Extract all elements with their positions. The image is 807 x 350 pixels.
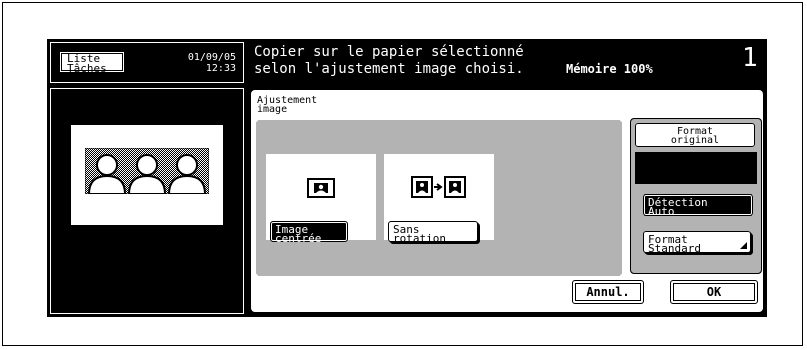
- options-area: Image centrée Sans rotation: [256, 120, 622, 276]
- job-list-button[interactable]: Liste Tâches: [59, 51, 125, 75]
- image-adjustment-panel: Ajustement image Image centrée Sans rota…: [249, 88, 765, 314]
- auto-detect-button[interactable]: Détection Auto: [643, 194, 753, 217]
- ok-button[interactable]: OK: [670, 280, 758, 304]
- centered-image-label-2: centrée: [275, 232, 322, 245]
- original-format-group: Format original Détection Auto Format St…: [630, 118, 762, 274]
- panel-title: Ajustement image: [257, 96, 347, 115]
- preview-pane: [50, 88, 244, 314]
- datetime: 01/09/05 12:33: [188, 52, 236, 74]
- people-preview-icon: [85, 148, 209, 194]
- original-format-display: [635, 152, 757, 184]
- original-format-label: Format original: [635, 123, 755, 147]
- job-list-label-2: Tâches: [67, 62, 107, 75]
- centered-image-icon: [307, 178, 335, 198]
- corner-arrow-icon: [740, 242, 747, 249]
- preview-page: [71, 125, 223, 225]
- message-line-2: selon l'ajustement image choisi.: [254, 61, 524, 77]
- original-format-label-2: original: [670, 135, 720, 146]
- memory-status: Mémoire 100%: [566, 62, 653, 76]
- centered-image-button[interactable]: Image centrée: [270, 221, 348, 245]
- no-rotation-label-2: rotation: [393, 232, 446, 245]
- panel-title-line-2: image: [257, 104, 288, 115]
- status-message: Copier sur le papier sélectionné selon l…: [254, 44, 524, 78]
- copy-count: 1: [742, 43, 758, 73]
- time-text: 12:33: [205, 63, 236, 74]
- tasks-header: Liste Tâches 01/09/05 12:33: [50, 42, 244, 83]
- message-line-1: Copier sur le papier sélectionné: [254, 44, 524, 60]
- standard-format-label-2: Standard: [648, 242, 701, 255]
- date-text: 01/09/05: [187, 52, 236, 63]
- no-rotation-icon: [411, 176, 466, 198]
- standard-format-button[interactable]: Format Standard: [643, 231, 751, 255]
- cancel-button[interactable]: Annul.: [572, 280, 644, 304]
- no-rotation-button[interactable]: Sans rotation: [388, 221, 478, 245]
